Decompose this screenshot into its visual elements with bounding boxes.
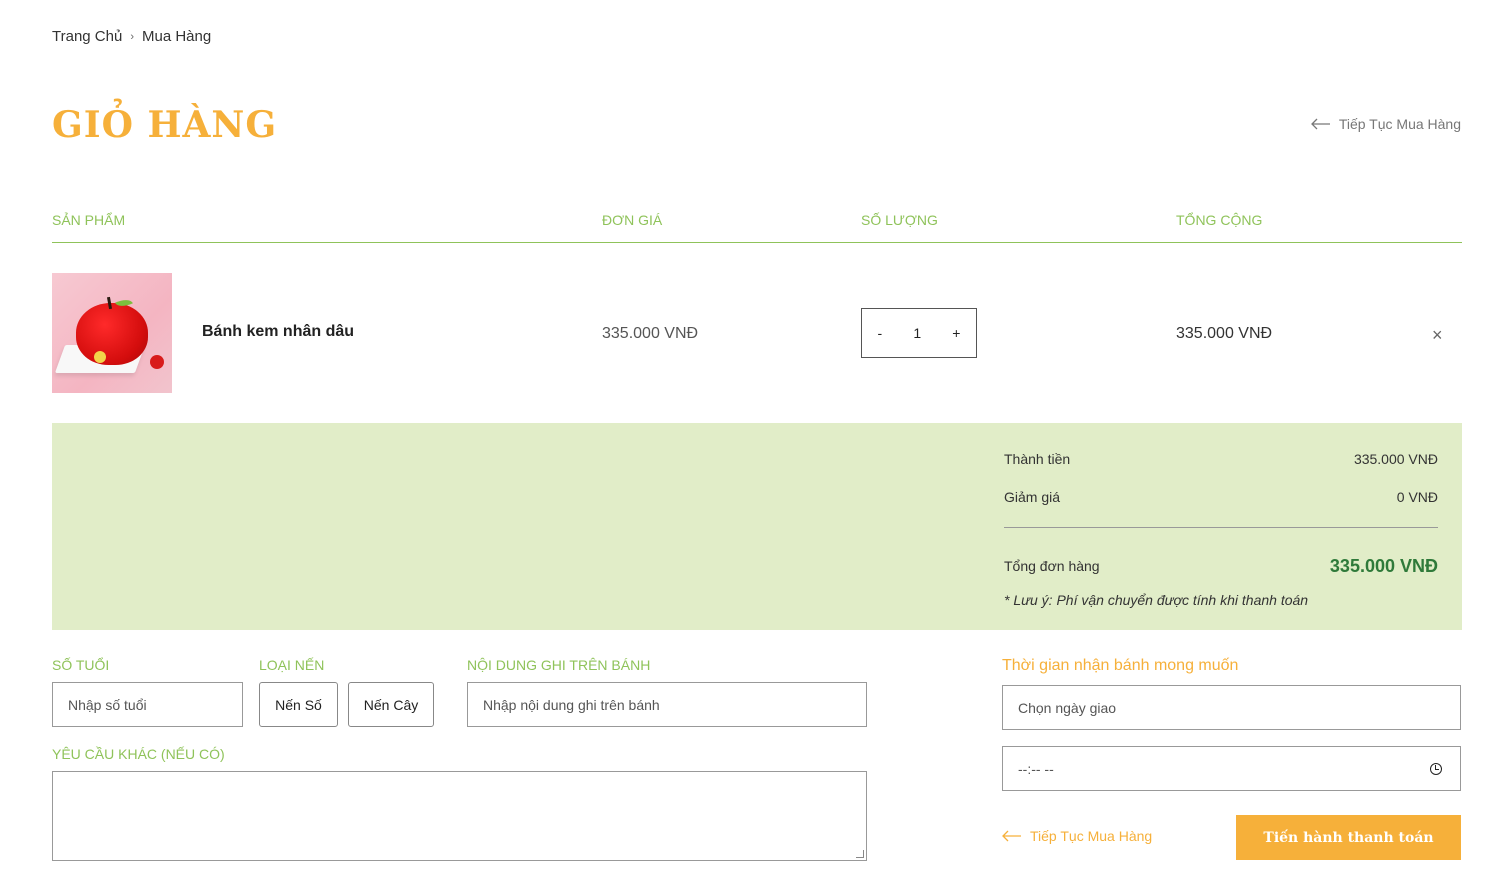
delivery-time-input[interactable]: --:-- -- (1002, 746, 1461, 791)
other-request-label: YÊU CẦU KHÁC (NẾU CÓ) (52, 746, 225, 762)
subtotal-value: 335.000 VNĐ (1353, 451, 1438, 467)
order-summary: Thành tiền 335.000 VNĐ Giảm giá 0 VNĐ Tổ… (1004, 451, 1438, 608)
breadcrumb: Trang Chủ › Mua Hàng (52, 28, 211, 45)
arrow-left-icon (1310, 118, 1330, 130)
breadcrumb-current: Mua Hàng (141, 28, 212, 45)
quantity-decrease-button[interactable]: - (872, 325, 889, 341)
delivery-time-label: Thời gian nhận bánh mong muốn (1002, 657, 1239, 674)
header-total: TỔNG CỘNG (1176, 212, 1263, 228)
candle-stick-button[interactable]: Nến Cây (348, 682, 434, 727)
quantity-value[interactable]: 1 (907, 325, 927, 341)
discount-row: Giảm giá 0 VNĐ (1004, 489, 1438, 527)
order-total-label: Tổng đơn hàng (1004, 558, 1100, 574)
clock-icon[interactable] (1430, 762, 1442, 775)
other-request-textarea[interactable] (52, 771, 867, 861)
breadcrumb-home-link[interactable]: Trang Chủ (52, 28, 122, 45)
continue-shopping-label: Tiếp Tục Mua Hàng (1030, 828, 1153, 844)
continue-shopping-link-top[interactable]: Tiếp Tục Mua Hàng (1310, 116, 1461, 132)
checkout-button[interactable]: Tiến hành thanh toán (1236, 815, 1461, 860)
continue-shopping-label: Tiếp Tục Mua Hàng (1338, 116, 1461, 132)
cart-table-header: SẢN PHẨM ĐƠN GIÁ SỐ LƯỢNG TỔNG CỘNG (52, 212, 1462, 243)
quantity-stepper: - 1 + (861, 308, 977, 358)
subtotal-label: Thành tiền (1004, 451, 1071, 467)
cake-message-input[interactable]: Nhập nội dung ghi trên bánh (467, 682, 867, 727)
age-label: SỐ TUỔI (52, 657, 110, 673)
order-total-value: 335.000 VNĐ (1329, 555, 1438, 576)
cart-item-row: Bánh kem nhân dâu 335.000 VNĐ - 1 + 335.… (52, 273, 1462, 393)
delivery-time-value: --:-- -- (1018, 760, 1054, 777)
arrow-left-icon (1002, 830, 1021, 842)
summary-divider (1004, 527, 1438, 528)
candle-number-button[interactable]: Nến Số (259, 682, 338, 727)
continue-shopping-link-bottom[interactable]: Tiếp Tục Mua Hàng (1002, 828, 1152, 844)
candle-type-label: LOẠI NẾN (259, 657, 325, 673)
header-product: SẢN PHẨM (52, 212, 126, 228)
discount-value: 0 VNĐ (1396, 489, 1438, 505)
product-name[interactable]: Bánh kem nhân dâu (202, 323, 354, 341)
product-image[interactable] (52, 273, 172, 393)
header-quantity: SỐ LƯỢNG (861, 212, 938, 228)
product-unit-price: 335.000 VNĐ (602, 325, 699, 342)
age-input[interactable]: Nhập số tuổi (52, 682, 243, 727)
order-summary-panel: Thành tiền 335.000 VNĐ Giảm giá 0 VNĐ Tổ… (52, 423, 1462, 630)
remove-item-icon[interactable]: × (1432, 325, 1443, 346)
resize-grip-icon[interactable] (856, 850, 864, 858)
cake-message-label: NỘI DUNG GHI TRÊN BÁNH (467, 657, 651, 673)
breadcrumb-separator: › (130, 30, 134, 43)
product-line-total: 335.000 VNĐ (1176, 325, 1273, 342)
subtotal-row: Thành tiền 335.000 VNĐ (1004, 451, 1438, 489)
header-unit-price: ĐƠN GIÁ (602, 212, 663, 228)
discount-label: Giảm giá (1004, 489, 1061, 505)
quantity-increase-button[interactable]: + (946, 325, 966, 341)
order-total-row: Tổng đơn hàng 335.000 VNĐ (1004, 546, 1438, 586)
delivery-date-input[interactable]: Chọn ngày giao (1002, 685, 1461, 730)
shipping-note: * Lưu ý: Phí vận chuyển được tính khi th… (1004, 592, 1309, 608)
page-title: GIỎ HÀNG (52, 104, 278, 146)
